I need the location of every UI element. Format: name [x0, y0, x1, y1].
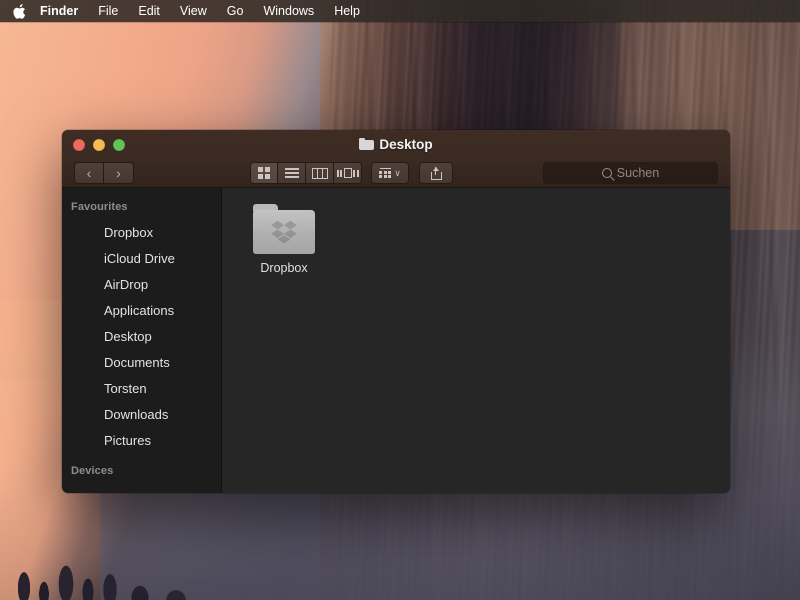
sidebar-item-airdrop[interactable]: AirDrop	[62, 271, 221, 297]
sidebar-item-pictures[interactable]: Pictures	[62, 427, 221, 453]
sidebar-item-downloads[interactable]: Downloads	[62, 401, 221, 427]
list-view-button[interactable]	[278, 162, 306, 184]
sidebar-item-icloud-drive[interactable]: iCloud Drive	[62, 245, 221, 271]
sidebar-item-applications[interactable]: Applications	[62, 297, 221, 323]
chevron-down-icon: ∨	[394, 169, 401, 178]
minimize-button[interactable]	[93, 139, 105, 151]
chevron-left-icon: ‹	[87, 166, 92, 180]
toolbar-controls: ‹ ›	[62, 158, 730, 188]
file-list-area[interactable]: Dropbox	[222, 188, 730, 493]
chevron-right-icon: ›	[116, 166, 121, 180]
dropbox-folder-icon	[253, 204, 315, 254]
menu-item-edit[interactable]: Edit	[128, 0, 170, 22]
sidebar-section-favourites-header: Favourites	[62, 197, 221, 219]
traffic-lights	[73, 139, 125, 151]
window-body: Favourites Dropbox iCloud Drive AirDrop …	[62, 188, 730, 493]
finder-window: Desktop ‹ ›	[62, 130, 730, 493]
view-mode-buttons	[250, 162, 362, 184]
arrange-button[interactable]: ∨	[371, 162, 409, 184]
sidebar-section-devices-header: Devices	[62, 453, 221, 483]
back-button[interactable]: ‹	[74, 162, 104, 184]
coverflow-view-button[interactable]	[334, 162, 362, 184]
sidebar-item-torsten[interactable]: Torsten	[62, 375, 221, 401]
navigation-buttons: ‹ ›	[74, 162, 134, 184]
menu-item-help[interactable]: Help	[324, 0, 370, 22]
columns-icon	[312, 168, 328, 179]
coverflow-icon	[337, 168, 359, 178]
arrange-grid-icon	[379, 168, 391, 178]
menu-item-file[interactable]: File	[88, 0, 128, 22]
close-button[interactable]	[73, 139, 85, 151]
share-icon	[431, 167, 442, 180]
share-button[interactable]	[419, 162, 453, 184]
menu-item-finder[interactable]: Finder	[38, 0, 88, 22]
sidebar-item-desktop[interactable]: Desktop	[62, 323, 221, 349]
menu-item-windows[interactable]: Windows	[253, 0, 324, 22]
search-icon	[602, 168, 612, 178]
search-placeholder: Suchen	[617, 166, 659, 180]
sidebar-item-documents[interactable]: Documents	[62, 349, 221, 375]
window-title: Desktop	[359, 137, 432, 152]
file-item-dropbox[interactable]: Dropbox	[242, 202, 326, 276]
sidebar-item-dropbox[interactable]: Dropbox	[62, 219, 221, 245]
apple-logo-icon[interactable]	[12, 3, 26, 19]
zoom-button[interactable]	[113, 139, 125, 151]
menu-item-go[interactable]: Go	[217, 0, 254, 22]
window-title-bar: Desktop	[62, 130, 730, 158]
column-view-button[interactable]	[306, 162, 334, 184]
list-icon	[285, 168, 299, 178]
window-toolbar: Desktop ‹ ›	[62, 130, 730, 188]
search-field[interactable]: Suchen	[543, 162, 718, 184]
forward-button[interactable]: ›	[104, 162, 134, 184]
sidebar: Favourites Dropbox iCloud Drive AirDrop …	[62, 188, 222, 493]
folder-icon	[359, 138, 374, 150]
grid-icon	[258, 167, 270, 179]
menu-bar: Finder File Edit View Go Windows Help	[0, 0, 800, 22]
window-title-text: Desktop	[379, 137, 432, 152]
menu-item-view[interactable]: View	[170, 0, 217, 22]
file-item-label: Dropbox	[255, 260, 312, 276]
icon-view-button[interactable]	[250, 162, 278, 184]
